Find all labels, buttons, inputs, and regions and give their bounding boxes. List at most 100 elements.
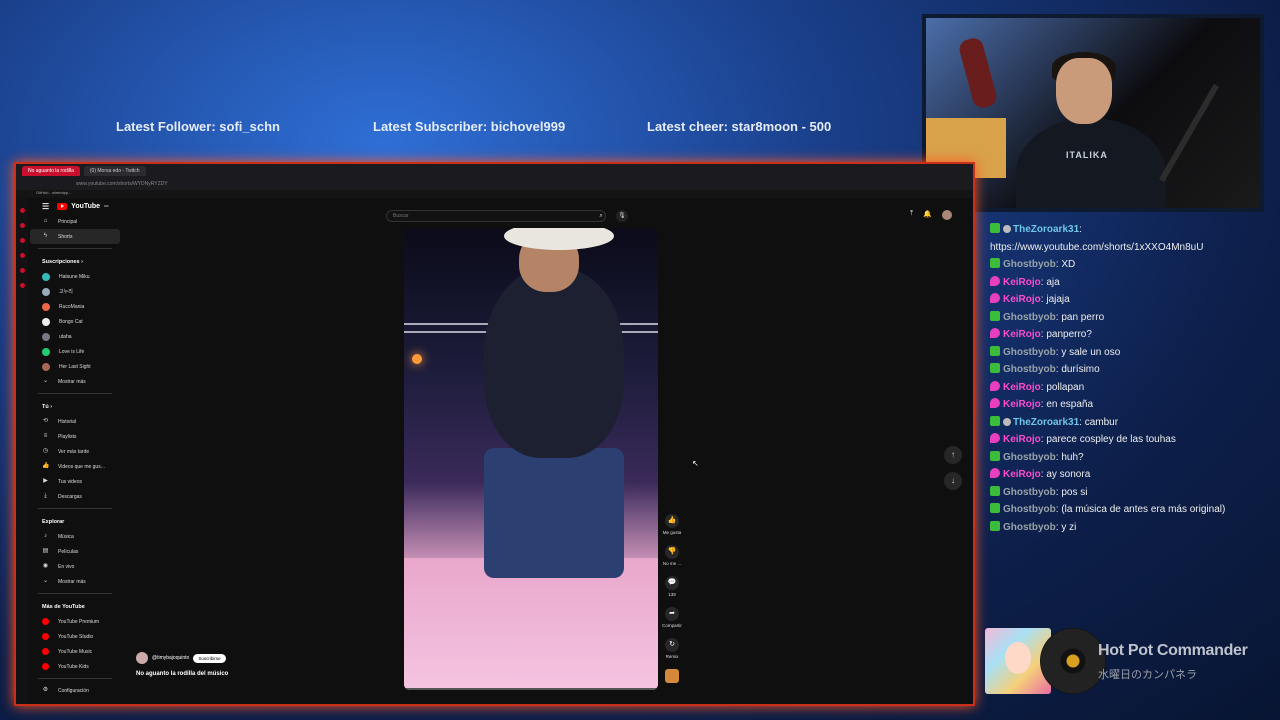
rail-icon[interactable]	[19, 208, 25, 213]
sub-love-is-life[interactable]: Love is Life	[30, 344, 120, 359]
nav-your-videos[interactable]: ▶ Tus videos	[30, 474, 120, 489]
remix-icon: ↻	[665, 638, 679, 652]
dislike-button[interactable]: 👎 No me ...	[660, 545, 684, 566]
comments-button[interactable]: 💬 139	[660, 576, 684, 597]
sub-channel-2[interactable]: 고누리	[30, 284, 120, 299]
bell-icon[interactable]: 🔔	[923, 210, 932, 220]
shirt-logo: ITALIKA	[1066, 150, 1108, 160]
clock-icon: ◷	[42, 448, 49, 454]
sub-hatsune-miku[interactable]: Hatsune Miku	[30, 269, 120, 284]
subscriptions-header[interactable]: Suscripciones ›	[30, 255, 120, 269]
nav-movies[interactable]: ▤ Películas	[30, 544, 120, 559]
extra-badge-icon	[1003, 417, 1011, 426]
chat-message: Ghostbyob: pos si	[990, 484, 1274, 502]
rail-icon[interactable]	[19, 268, 25, 273]
chat-message: Ghostbyob: y sale un oso	[990, 344, 1274, 362]
nav-live[interactable]: ◉ En vivo	[30, 559, 120, 574]
search-input[interactable]: Buscar	[386, 210, 606, 222]
search-icon[interactable]: ⌕	[592, 210, 610, 222]
channel-avatar	[42, 347, 50, 356]
nav-youtube-premium[interactable]: YouTube Premium	[30, 614, 120, 629]
like-button[interactable]: 👍 Me gusta	[660, 514, 684, 535]
chat-username[interactable]: TheZoroark31	[1013, 417, 1079, 428]
sub-utaha[interactable]: utaha	[30, 329, 120, 344]
shorts-video-player[interactable]	[404, 228, 658, 690]
chat-username[interactable]: KeiRojo	[1003, 434, 1041, 445]
nav-liked-videos[interactable]: 👍 Videos que me gus...	[30, 459, 120, 474]
chat-username[interactable]: KeiRojo	[1003, 382, 1041, 393]
chat-username[interactable]: TheZoroark31	[1013, 224, 1079, 235]
sub-bongo-cat[interactable]: Bongo Cat	[30, 314, 120, 329]
channel-handle[interactable]: @timybajoquinto	[152, 655, 189, 661]
chat-username[interactable]: Ghostbyob	[1003, 347, 1056, 358]
show-more-subscriptions[interactable]: ⌄ Mostrar más	[30, 374, 120, 389]
chat-username[interactable]: Ghostbyob	[1003, 259, 1056, 270]
chat-username[interactable]: KeiRojo	[1003, 277, 1041, 288]
menu-icon[interactable]: ☰	[42, 202, 49, 211]
subscriber-badge-icon	[990, 293, 1000, 303]
audio-thumbnail[interactable]	[665, 669, 679, 683]
now-playing-artist: 水曜日のカンパネラ	[1098, 669, 1197, 681]
chat-username[interactable]: KeiRojo	[1003, 399, 1041, 410]
video-progress-bar[interactable]	[404, 688, 658, 690]
chat-username[interactable]: KeiRojo	[1003, 329, 1041, 340]
nav-youtube-kids[interactable]: YouTube Kids	[30, 659, 120, 674]
subscribe-button[interactable]: Suscribirse	[193, 653, 226, 663]
next-short-button[interactable]: ↓	[944, 472, 962, 490]
sub-rucomania[interactable]: RucoMania	[30, 299, 120, 314]
chat-username[interactable]: KeiRojo	[1003, 469, 1041, 480]
live-icon: ◉	[42, 563, 49, 569]
chat-message: KeiRojo: parece cospley de las touhas	[990, 431, 1274, 449]
nav-playlists[interactable]: ≡ Playlists	[30, 429, 120, 444]
nav-history[interactable]: ⟲ Historial	[30, 414, 120, 429]
account-avatar[interactable]	[941, 210, 952, 220]
youtube-play-icon	[57, 202, 68, 210]
rail-icon[interactable]	[19, 283, 25, 288]
youtube-logo[interactable]: ☰ YouTube MX	[30, 198, 120, 214]
tab-youtube[interactable]: No aguanto la rodilla	[22, 166, 80, 176]
chat-username[interactable]: Ghostbyob	[1003, 452, 1056, 463]
channel-avatar[interactable]	[136, 652, 148, 664]
nav-watch-later[interactable]: ◷ Ver más tarde	[30, 444, 120, 459]
moderator-badge-icon	[990, 223, 1000, 233]
chat-text: y sale un oso	[1061, 346, 1121, 358]
channel-info: @timybajoquinto Suscribirse	[136, 652, 226, 664]
previous-short-button[interactable]: ↑	[944, 446, 962, 464]
chat-username[interactable]: Ghostbyob	[1003, 487, 1056, 498]
chat-username[interactable]: KeiRojo	[1003, 294, 1041, 305]
address-bar[interactable]: www.youtube.com/shorts/WYDNyRYZDY	[16, 178, 973, 190]
chat-username[interactable]: Ghostbyob	[1003, 364, 1056, 375]
remix-button[interactable]: ↻ Remix	[660, 638, 684, 659]
nav-music[interactable]: ♪ Música	[30, 529, 120, 544]
share-button[interactable]: ➦ Compartir	[660, 607, 684, 628]
show-more-explore[interactable]: ⌄ Mostrar más	[30, 574, 120, 589]
chat-text: huh?	[1061, 451, 1084, 463]
nav-youtube-music[interactable]: YouTube Music	[30, 644, 120, 659]
chat-message: Ghostbyob: y zi	[990, 519, 1274, 537]
channel-avatar	[42, 362, 50, 371]
mic-icon[interactable]: 🎙	[616, 210, 628, 222]
moderator-badge-icon	[990, 258, 1000, 268]
chat-username[interactable]: Ghostbyob	[1003, 522, 1056, 533]
upload-icon[interactable]: ⤒	[910, 210, 913, 220]
bookmark-github[interactable]: GitHub - wirelotpp...	[16, 190, 973, 198]
tab-twitch[interactable]: (0) Morsa edo - Twitch	[83, 166, 146, 176]
nav-settings[interactable]: ⚙ Configuración	[30, 683, 120, 698]
chat-username[interactable]: Ghostbyob	[1003, 312, 1056, 323]
sub-her-last-sight[interactable]: Her Last Sight	[30, 359, 120, 374]
chat-text: en españa	[1046, 399, 1094, 410]
chat-message: Ghostbyob: durísimo	[990, 361, 1274, 379]
channel-avatar	[42, 332, 50, 341]
you-header[interactable]: Tú ›	[30, 400, 120, 414]
comment-icon: 💬	[665, 576, 679, 590]
nav-shorts[interactable]: ϟ Shorts	[30, 229, 120, 244]
chat-username[interactable]: Ghostbyob	[1003, 504, 1056, 515]
moderator-badge-icon	[990, 450, 1000, 461]
rail-icon[interactable]	[19, 223, 25, 228]
rail-icon[interactable]	[19, 238, 25, 243]
nav-youtube-studio[interactable]: YouTube Studio	[30, 629, 120, 644]
rail-icon[interactable]	[19, 253, 25, 258]
nav-downloads[interactable]: ⤓ Descargas	[30, 489, 120, 504]
nav-principal[interactable]: ⌂ Principal	[30, 214, 120, 229]
shorts-navigation: ↑ ↓	[944, 446, 962, 498]
